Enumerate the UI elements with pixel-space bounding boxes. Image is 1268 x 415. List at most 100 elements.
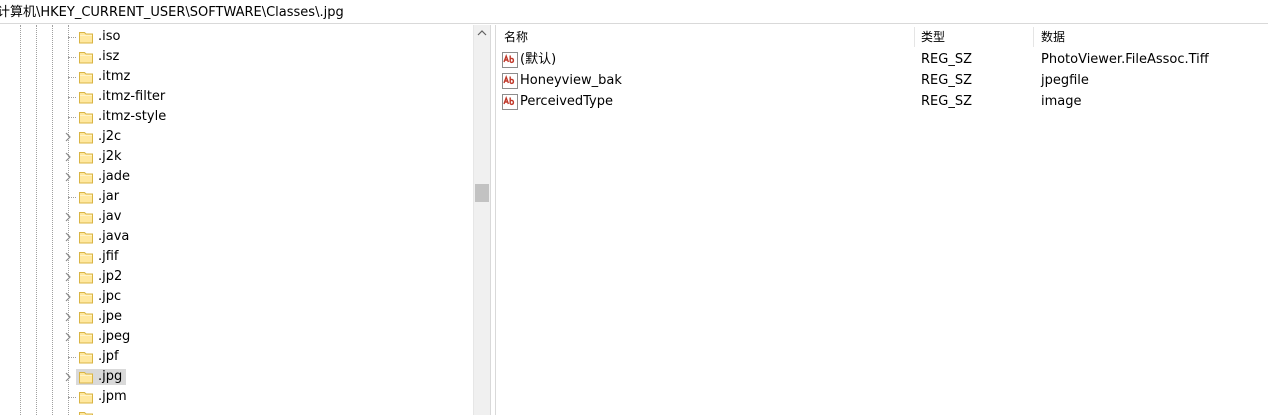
tree-item-text: .jp2 <box>98 269 123 284</box>
scroll-thumb[interactable] <box>475 184 489 202</box>
tree-item-label: .jpeg <box>96 329 132 345</box>
folder-icon <box>78 109 94 125</box>
value-name: PerceivedType <box>520 94 613 109</box>
tree-item-text: .jpf <box>98 349 119 364</box>
tree-item-label: .jp2 <box>96 269 124 285</box>
tree-item-text: .jav <box>98 209 122 224</box>
tree-item[interactable]: .j2c <box>0 127 473 147</box>
tree-item[interactable]: .jar <box>0 187 473 207</box>
tree-item-text: .j2k <box>98 149 122 164</box>
tree-item-label: .isz <box>96 49 121 65</box>
tree-scrollbar[interactable] <box>473 25 490 415</box>
tree-item[interactable]: .jp2 <box>0 267 473 287</box>
folder-icon <box>78 409 94 415</box>
tree-item-text: .jpe <box>98 309 122 324</box>
address-path[interactable]: 计算机\HKEY_CURRENT_USER\SOFTWARE\Classes\.… <box>0 5 344 21</box>
tree-connector <box>68 397 76 398</box>
address-bar[interactable]: 计算机\HKEY_CURRENT_USER\SOFTWARE\Classes\.… <box>0 0 1268 24</box>
column-divider[interactable] <box>914 27 915 47</box>
chevron-up-icon <box>477 30 487 36</box>
chevron-right-icon[interactable] <box>63 271 73 283</box>
tree-item-label: .jpf <box>96 349 121 365</box>
chevron-right-icon[interactable] <box>63 251 73 263</box>
folder-icon <box>78 389 94 405</box>
folder-icon <box>78 49 94 65</box>
tree-item-label: .java <box>96 229 131 245</box>
folder-icon <box>78 309 94 325</box>
folder-icon <box>78 89 94 105</box>
tree-item[interactable]: .jpg <box>0 367 473 387</box>
folder-icon <box>78 69 94 85</box>
chevron-right-icon[interactable] <box>63 371 73 383</box>
value-type: REG_SZ <box>921 52 972 67</box>
column-header-type[interactable]: 类型 <box>921 25 945 49</box>
chevron-right-icon[interactable] <box>63 151 73 163</box>
tree-item-text: .jar <box>98 189 120 204</box>
tree-item[interactable]: .itmz-filter <box>0 87 473 107</box>
tree-item-text: .jpc <box>98 289 122 304</box>
tree-item[interactable]: .java <box>0 227 473 247</box>
tree-item-text: .jpm <box>98 389 127 404</box>
tree-item-text: .java <box>98 229 130 244</box>
tree-item[interactable]: .jav <box>0 207 473 227</box>
tree-item-label: .jpe <box>96 309 124 325</box>
tree-item[interactable]: .jade <box>0 167 473 187</box>
values-list[interactable]: 名称 类型 数据 (默认) REG_SZ PhotoViewer.FileAssoc… <box>496 25 1268 415</box>
tree-item-label: .itmz-style <box>96 109 168 125</box>
tree-item-text: .jade <box>98 169 130 184</box>
tree-item[interactable]: .itmz-style <box>0 107 473 127</box>
chevron-right-icon[interactable] <box>63 311 73 323</box>
tree-item[interactable] <box>0 407 473 415</box>
chevron-right-icon[interactable] <box>63 211 73 223</box>
tree-item[interactable]: .jpc <box>0 287 473 307</box>
folder-icon <box>78 29 94 45</box>
column-header-name[interactable]: 名称 <box>504 25 528 49</box>
tree-item[interactable]: .jfif <box>0 247 473 267</box>
tree-connector <box>68 37 76 38</box>
value-name: Honeyview_bak <box>520 73 622 88</box>
folder-icon <box>78 149 94 165</box>
value-name: (默认) <box>520 52 557 67</box>
tree-item-label: .jade <box>96 169 132 185</box>
tree-connector <box>68 57 76 58</box>
tree-item[interactable]: .itmz <box>0 67 473 87</box>
tree-item[interactable]: .j2k <box>0 147 473 167</box>
folder-icon <box>78 249 94 265</box>
tree-item[interactable]: .jpf <box>0 347 473 367</box>
tree-item-label: .j2c <box>96 129 123 145</box>
folder-icon <box>78 189 94 205</box>
folder-icon <box>78 269 94 285</box>
column-divider[interactable] <box>1033 27 1034 47</box>
chevron-right-icon[interactable] <box>63 171 73 183</box>
tree-item[interactable]: .jpeg <box>0 327 473 347</box>
chevron-right-icon[interactable] <box>63 131 73 143</box>
folder-icon <box>78 329 94 345</box>
tree-item[interactable]: .iso <box>0 27 473 47</box>
tree-item-label: .jpc <box>96 289 123 305</box>
value-data: image <box>1041 94 1082 109</box>
tree-connector <box>68 357 76 358</box>
tree-item-text: .jpg <box>98 369 123 384</box>
folder-icon <box>78 209 94 225</box>
scroll-up-button[interactable] <box>474 25 490 42</box>
value-row[interactable]: (默认) REG_SZ PhotoViewer.FileAssoc.Tiff <box>496 50 1268 70</box>
chevron-right-icon[interactable] <box>63 291 73 303</box>
chevron-right-icon[interactable] <box>63 331 73 343</box>
tree-item[interactable]: .isz <box>0 47 473 67</box>
chevron-right-icon[interactable] <box>63 231 73 243</box>
tree-item[interactable]: .jpe <box>0 307 473 327</box>
value-data: jpegfile <box>1041 73 1089 88</box>
tree-item-text: .itmz-style <box>98 109 167 124</box>
tree-item-label: .itmz <box>96 69 132 85</box>
tree-item-label: .jpm <box>96 389 129 405</box>
value-row[interactable]: PerceivedType REG_SZ image <box>496 92 1268 112</box>
tree-item-text: .itmz-filter <box>98 89 166 104</box>
folder-icon <box>78 369 94 385</box>
value-data: PhotoViewer.FileAssoc.Tiff <box>1041 52 1209 67</box>
column-header-data[interactable]: 数据 <box>1041 25 1065 49</box>
tree-item-label: .jfif <box>96 249 121 265</box>
tree-item[interactable]: .jpm <box>0 387 473 407</box>
value-row[interactable]: Honeyview_bak REG_SZ jpegfile <box>496 71 1268 91</box>
registry-tree[interactable]: .iso .isz .itmz .itmz-filter .itmz-style .j2c… <box>0 25 473 415</box>
tree-item-text: .j2c <box>98 129 122 144</box>
